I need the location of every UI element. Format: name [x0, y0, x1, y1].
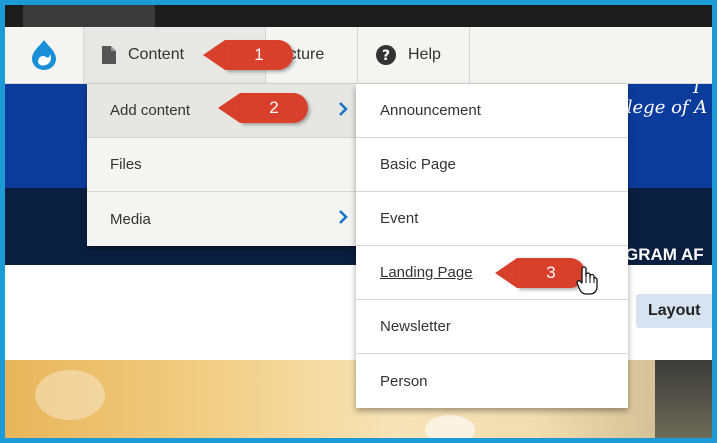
submenu-item-label: Landing Page: [380, 264, 473, 281]
submenu-item-event[interactable]: Event: [356, 192, 628, 246]
submenu-item-announcement[interactable]: Announcement: [356, 84, 628, 138]
toolbar-help-label: Help: [408, 46, 441, 63]
menu-item-files[interactable]: Files: [87, 138, 357, 192]
callout-step-1: 1: [203, 40, 293, 70]
svg-text:?: ?: [382, 48, 390, 64]
callout-step-3: 3: [495, 258, 585, 288]
menu-item-media[interactable]: Media: [87, 192, 357, 246]
menu-item-label: Files: [110, 156, 142, 173]
submenu-item-label: Event: [380, 210, 419, 227]
chevron-right-icon: [338, 101, 348, 120]
drupal-logo-button[interactable]: [5, 27, 84, 83]
toolbar-content-label: Content: [128, 46, 185, 63]
photo-dark-object: [655, 360, 712, 438]
callout-pointer: [495, 258, 517, 288]
question-circle-icon: ?: [376, 45, 396, 65]
chevron-right-icon: [338, 210, 348, 228]
toolbar-help-tab[interactable]: ? Help: [358, 27, 470, 83]
browser-tab[interactable]: [23, 5, 155, 27]
photo-highlight: [35, 370, 105, 420]
submenu-item-newsletter[interactable]: Newsletter: [356, 300, 628, 354]
screenshot-frame: I llege of A GRAM AF Layout Content truc…: [5, 5, 712, 438]
menu-item-label: Media: [110, 210, 151, 228]
admin-toolbar: Content tructure ? Help: [5, 27, 712, 84]
college-name-fragment: llege of A: [621, 97, 708, 118]
browser-top-strip: [5, 5, 712, 27]
menu-item-label: Add content: [110, 102, 191, 119]
callout-pointer: [218, 93, 240, 123]
callout-step-2: 2: [218, 93, 308, 123]
add-content-submenu: Announcement Basic Page Event Landing Pa…: [356, 84, 628, 408]
callout-number: 3: [517, 258, 585, 288]
submenu-item-person[interactable]: Person: [356, 354, 628, 408]
layout-button[interactable]: Layout: [636, 294, 712, 328]
submenu-item-label: Announcement: [380, 102, 481, 119]
callout-number: 2: [240, 93, 308, 123]
college-name-text: I llege of A: [621, 77, 708, 118]
submenu-item-basic-page[interactable]: Basic Page: [356, 138, 628, 192]
document-icon: [102, 46, 116, 64]
submenu-item-label: Person: [380, 372, 428, 390]
submenu-item-label: Newsletter: [380, 318, 451, 335]
hand-pointer-cursor-icon: [576, 266, 598, 301]
photo-highlight: [425, 415, 475, 438]
callout-pointer: [203, 40, 225, 70]
program-nav-fragment[interactable]: GRAM AF: [625, 245, 704, 265]
callout-number: 1: [225, 40, 293, 70]
drupal-drop-icon: [32, 40, 56, 70]
submenu-item-label: Basic Page: [380, 156, 456, 173]
